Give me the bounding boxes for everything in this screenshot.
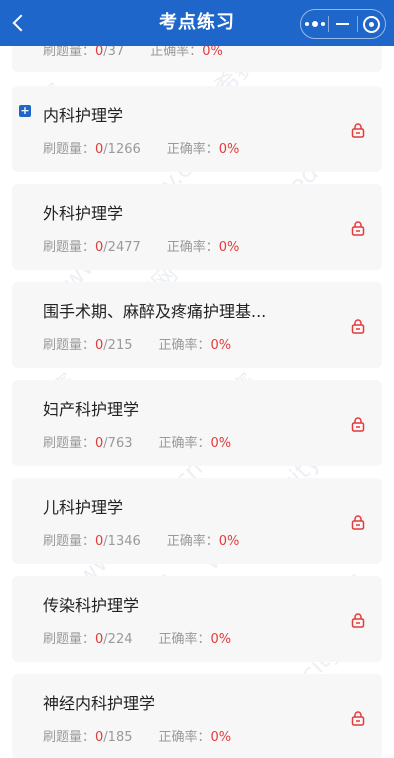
topic-card[interactable]: 刷题量：0/37 正确率：0% <box>12 46 382 72</box>
topic-card[interactable]: 妇产科护理学 刷题量：0/763 正确率：0% <box>12 380 382 466</box>
lock-icon <box>351 515 365 530</box>
card-stats: 刷题量：0/1266 正确率：0% <box>43 142 240 157</box>
topic-card[interactable]: 儿科护理学 刷题量：0/1346 正确率：0% <box>12 478 382 564</box>
topic-name: 围手术期、麻醉及疼痛护理基... <box>43 302 267 321</box>
lock-icon <box>351 613 365 628</box>
topic-card[interactable]: 传染科护理学 刷题量：0/224 正确率：0% <box>12 576 382 662</box>
topic-name: 儿科护理学 <box>43 498 124 517</box>
card-stats: 刷题量：0/2477 正确率：0% <box>43 240 240 255</box>
lock-icon <box>351 417 365 432</box>
topic-name: 传染科护理学 <box>43 596 140 615</box>
topic-card[interactable]: + 内科护理学 刷题量：0/1266 正确率：0% <box>12 86 382 172</box>
top-navigation-bar: 考点练习 <box>0 0 394 46</box>
lock-icon <box>351 319 365 334</box>
card-stats: 刷题量：0/224 正确率：0% <box>43 632 232 647</box>
card-stats: 刷题量：0/1346 正确率：0% <box>43 534 240 549</box>
card-stats: 刷题量：0/215 正确率：0% <box>43 338 232 353</box>
close-target-icon <box>362 15 380 33</box>
topic-card[interactable]: 围手术期、麻醉及疼痛护理基... 刷题量：0/215 正确率：0% <box>12 282 382 368</box>
lock-icon <box>351 711 365 726</box>
lock-icon <box>351 123 365 138</box>
mini-program-capsule <box>300 9 386 39</box>
more-button[interactable] <box>301 10 328 38</box>
lock-icon <box>351 221 365 236</box>
topic-name: 神经内科护理学 <box>43 694 156 713</box>
topic-name: 外科护理学 <box>43 204 124 223</box>
more-dots-icon <box>304 21 325 27</box>
close-button[interactable] <box>358 10 385 38</box>
minimize-icon <box>336 23 350 25</box>
expand-icon[interactable]: + <box>19 105 31 117</box>
topic-card[interactable]: 外科护理学 刷题量：0/2477 正确率：0% <box>12 184 382 270</box>
topic-name: 内科护理学 <box>43 106 124 125</box>
topic-card[interactable]: 神经内科护理学 刷题量：0/185 正确率：0% <box>12 674 382 758</box>
topic-list: 希赛 希赛 www.educity.cn www.educity.cn 希赛网 … <box>0 46 394 758</box>
card-stats: 刷题量：0/763 正确率：0% <box>43 436 232 451</box>
card-stats: 刷题量：0/37 正确率：0% <box>43 46 223 59</box>
topic-name: 妇产科护理学 <box>43 400 140 419</box>
minimize-button[interactable] <box>329 10 356 38</box>
card-stats: 刷题量：0/185 正确率：0% <box>43 730 232 745</box>
